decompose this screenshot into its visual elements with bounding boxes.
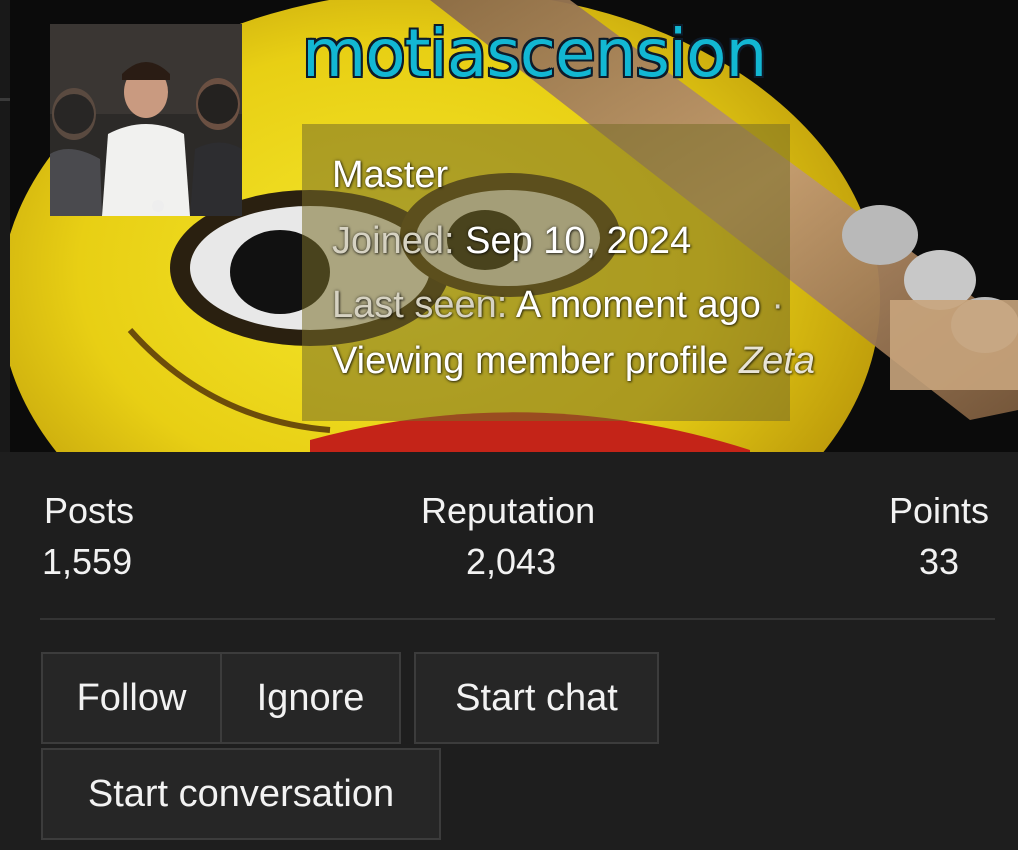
user-avatar[interactable] bbox=[50, 24, 242, 216]
avatar-image bbox=[50, 24, 242, 216]
posts-value[interactable]: 1,559 bbox=[42, 541, 132, 583]
profile-info-box: Master Joined: Sep 10, 2024 Last seen: A… bbox=[302, 124, 815, 421]
start-conversation-button[interactable]: Start conversation bbox=[41, 748, 441, 840]
activity-text: Viewing member profile bbox=[332, 340, 729, 382]
profile-banner: motiascension Master Joined: Sep 10, 202… bbox=[10, 0, 1018, 452]
left-edge-divider bbox=[0, 98, 10, 101]
separator-dot: · bbox=[771, 284, 785, 326]
joined-date[interactable]: Sep 10, 2024 bbox=[465, 220, 691, 262]
last-seen-line: Last seen: A moment ago · bbox=[332, 284, 784, 327]
points-value[interactable]: 33 bbox=[919, 541, 959, 583]
activity-line: Viewing member profile Zeta bbox=[332, 340, 815, 383]
reputation-value[interactable]: 2,043 bbox=[466, 541, 556, 583]
reputation-label[interactable]: Reputation bbox=[421, 490, 595, 532]
ignore-button[interactable]: Ignore bbox=[220, 652, 401, 744]
joined-label: Joined: bbox=[332, 220, 455, 262]
joined-line: Joined: Sep 10, 2024 bbox=[332, 220, 691, 263]
username: motiascension bbox=[302, 15, 767, 92]
start-chat-button[interactable]: Start chat bbox=[414, 652, 659, 744]
stats-divider bbox=[40, 618, 995, 620]
activity-target[interactable]: Zeta bbox=[739, 340, 815, 382]
last-seen-value[interactable]: A moment ago bbox=[516, 284, 761, 326]
profile-stats: Posts 1,559 Reputation 2,043 Points 33 bbox=[0, 452, 1018, 620]
follow-button[interactable]: Follow bbox=[41, 652, 222, 744]
points-label[interactable]: Points bbox=[889, 490, 989, 532]
posts-label[interactable]: Posts bbox=[44, 490, 134, 532]
user-title: Master bbox=[332, 154, 449, 196]
member-profile-page: motiascension Master Joined: Sep 10, 202… bbox=[0, 0, 1018, 850]
last-seen-label: Last seen: bbox=[332, 284, 508, 326]
left-edge-strip bbox=[0, 0, 10, 452]
